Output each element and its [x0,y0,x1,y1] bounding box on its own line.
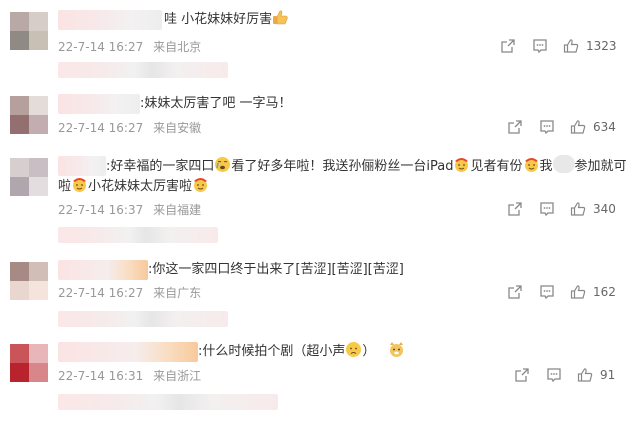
share-icon[interactable] [514,367,530,383]
comment-actions: 634 [507,119,622,137]
username[interactable] [58,342,198,362]
comment-feed: 哇 小花妹妹好厉害 22-7-14 16:27 来自北京 1323 :妹妹太厉害… [0,0,626,426]
redacted-mention[interactable] [552,155,575,173]
comment-item: :好幸福的一家四口看了好多年啦！我送孙俪粉丝一台iPad见者有份我参加就可以 啦… [0,152,626,248]
share-icon[interactable] [507,284,523,300]
like-count: 634 [593,120,616,134]
comment-location: 来自广东 [153,286,202,300]
like-icon[interactable] [577,367,593,383]
avatar[interactable] [10,262,48,300]
comment-meta: 22-7-14 16:27 来自广东 [58,284,207,301]
comment-item: :妹妹太厉害了吧 一字马！ 22-7-14 16:27 来自安徽 634 [0,92,626,152]
reply-preview[interactable] [58,227,218,243]
comment-icon[interactable] [532,38,548,54]
comment-text: :你这一家四口终于出来了[苦涩][苦涩][苦涩] [148,262,404,277]
comment-location: 来自福建 [153,203,202,217]
like-count: 1323 [586,39,617,53]
bride-emoji-icon [455,158,469,172]
doge-emoji-icon [389,342,403,357]
comment-time: 22-7-14 16:37 [58,203,144,217]
like-icon[interactable] [570,201,586,217]
comment-time: 22-7-14 16:31 [58,369,144,383]
username[interactable] [58,10,162,30]
comment-location: 来自浙江 [153,369,202,383]
comment-meta: 22-7-14 16:37 来自福建 [58,201,207,218]
comment-icon[interactable] [546,367,562,383]
reply-preview[interactable] [58,394,278,410]
share-icon[interactable] [500,38,516,54]
worried-emoji-icon [346,342,362,357]
avatar[interactable] [10,12,48,50]
like-icon[interactable] [563,38,579,54]
comment-icon[interactable] [539,119,555,135]
comment-text: 哇 小花妹妹好厉害 [164,9,289,30]
comment-text-line1: :好幸福的一家四口看了好多年啦！我送孙俪粉丝一台iPad见者有份我参加就可以 [106,155,626,177]
crying-emoji-icon [215,157,231,172]
comment-item: :你这一家四口终于出来了[苦涩][苦涩][苦涩] 22-7-14 16:27 来… [0,258,626,330]
avatar[interactable] [10,158,48,196]
comment-text: :妹妹太厉害了吧 一字马！ [140,96,292,111]
comment-time: 22-7-14 16:27 [58,286,144,300]
like-icon[interactable] [570,119,586,135]
comment-time: 22-7-14 16:27 [58,40,144,54]
avatar[interactable] [10,96,48,134]
comment-meta: 22-7-14 16:31 来自浙江 [58,367,207,384]
comment-text-line2: 啦小花妹妹太厉害啦 [58,176,209,197]
comment-actions: 162 [507,284,622,302]
avatar[interactable] [10,344,48,382]
like-count: 91 [600,368,616,382]
comment-meta: 22-7-14 16:27 来自安徽 [58,119,207,136]
username[interactable] [58,94,140,114]
comment-icon[interactable] [539,284,555,300]
bride-emoji-icon [73,178,87,192]
comment-text: :什么时候拍个剧（超小声） [198,341,405,362]
comment-icon[interactable] [539,201,555,217]
thumbs-up-emoji-icon [273,10,288,25]
comment-item: :什么时候拍个剧（超小声） 22-7-14 16:31 来自浙江 91 [0,340,626,420]
reply-preview[interactable] [58,62,228,78]
comment-actions: 91 [514,367,622,385]
comment-time: 22-7-14 16:27 [58,121,144,135]
like-count: 162 [593,285,616,299]
reply-preview[interactable] [58,311,228,327]
bride-emoji-icon [194,178,208,192]
share-icon[interactable] [507,201,523,217]
comment-location: 来自北京 [153,40,202,54]
username[interactable] [58,156,106,176]
comment-actions: 340 [507,201,622,219]
like-count: 340 [593,202,616,216]
comment-location: 来自安徽 [153,121,202,135]
comment-meta: 22-7-14 16:27 来自北京 [58,38,207,55]
comment-actions: 1323 [500,38,620,56]
bride-emoji-icon [524,158,538,172]
comment-item: 哇 小花妹妹好厉害 22-7-14 16:27 来自北京 1323 [0,8,626,86]
share-icon[interactable] [507,119,523,135]
like-icon[interactable] [570,284,586,300]
username[interactable] [58,260,148,280]
